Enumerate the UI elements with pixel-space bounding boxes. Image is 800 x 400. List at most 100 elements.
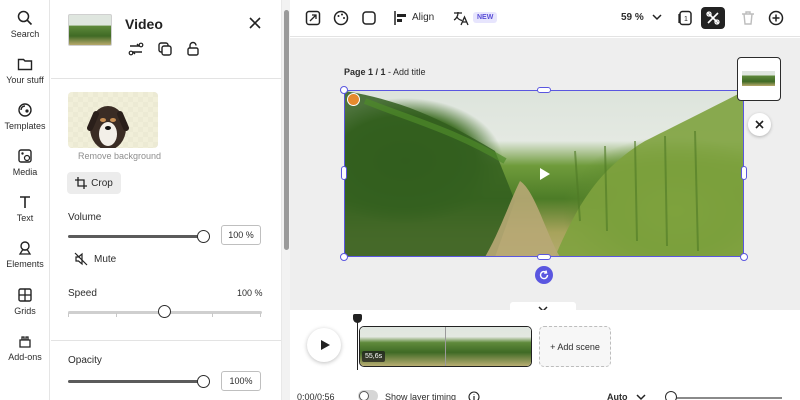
opacity-label: Opacity — [68, 355, 102, 366]
resize-handle-left[interactable] — [341, 166, 347, 180]
chevron-down-icon[interactable] — [651, 11, 663, 23]
templates-icon — [18, 103, 32, 117]
playhead[interactable] — [357, 320, 358, 370]
timeline-zoom-select[interactable]: Auto — [607, 392, 628, 400]
mute-icon — [74, 252, 88, 266]
rail-item-your-stuff[interactable]: Your stuff — [0, 56, 50, 85]
close-icon[interactable] — [247, 15, 263, 31]
panel-title: Video — [125, 16, 163, 32]
palette-icon[interactable] — [332, 9, 350, 27]
speed-tick — [116, 313, 117, 317]
resize-handle-bottom-left[interactable] — [340, 253, 348, 261]
speed-tick — [260, 313, 261, 317]
video-thumbnail — [68, 14, 112, 46]
rail-item-elements[interactable]: Elements — [0, 240, 50, 269]
speed-value: 100 % — [237, 288, 263, 298]
time-display: 0:00/0:56 — [297, 392, 335, 400]
rail-item-label: Add-ons — [8, 352, 42, 362]
rotate-icon — [539, 270, 549, 280]
resize-handle-top[interactable] — [537, 87, 551, 93]
close-icon — [755, 120, 764, 129]
remove-background-preview[interactable] — [68, 92, 158, 148]
play-icon — [321, 340, 330, 350]
divider — [51, 78, 281, 79]
add-icon[interactable] — [767, 9, 785, 27]
resize-icon[interactable] — [304, 9, 322, 27]
clip-frame — [446, 327, 531, 366]
resize-handle-right[interactable] — [741, 166, 747, 180]
animation-badge-icon[interactable] — [347, 93, 360, 106]
add-scene-button[interactable]: + Add scene — [539, 326, 611, 367]
rail-item-label: Templates — [4, 121, 46, 131]
rail-item-label: Media — [12, 167, 38, 177]
close-button[interactable] — [748, 113, 771, 136]
play-icon[interactable] — [535, 165, 553, 183]
divider — [51, 340, 281, 341]
timeline-zoom-knob[interactable] — [665, 391, 677, 400]
page-thumbnail[interactable] — [737, 57, 781, 101]
layout-button-active[interactable] — [701, 7, 725, 29]
rail-item-label: Grids — [14, 306, 36, 316]
speed-tick — [68, 313, 69, 317]
lock-icon[interactable] — [184, 40, 202, 58]
chevron-down-icon[interactable] — [636, 393, 646, 400]
volume-slider-knob[interactable] — [197, 230, 210, 243]
crop-label: Crop — [91, 177, 113, 189]
speed-slider-knob[interactable] — [158, 305, 171, 318]
addons-icon — [19, 336, 31, 348]
resize-handle-bottom-right[interactable] — [740, 253, 748, 261]
crop-icon — [75, 177, 88, 189]
zoom-level[interactable]: 59 % — [621, 12, 644, 23]
left-rail: Search Your stuff Templates Media Text E… — [0, 0, 50, 400]
rotate-button[interactable] — [535, 266, 553, 284]
search-icon — [17, 10, 33, 26]
volume-slider-track[interactable] — [68, 235, 204, 238]
rail-item-templates[interactable]: Templates — [0, 102, 50, 131]
translate-icon[interactable] — [452, 9, 470, 27]
info-icon[interactable] — [468, 391, 480, 400]
replace-icon[interactable] — [127, 40, 145, 58]
volume-value-field[interactable]: 100 % — [221, 225, 261, 245]
speed-label: Speed — [68, 288, 97, 299]
folder-icon — [17, 58, 33, 71]
rail-item-search[interactable]: Search — [0, 10, 50, 39]
play-button[interactable] — [307, 328, 341, 362]
resize-handle-top-left[interactable] — [340, 86, 348, 94]
add-title-link[interactable]: - Add title — [386, 67, 426, 77]
svg-text:1: 1 — [684, 16, 688, 23]
grid-icon — [18, 288, 32, 302]
video-clip[interactable] — [359, 326, 532, 367]
resize-handle-bottom[interactable] — [537, 254, 551, 260]
panel-scrollbar[interactable] — [281, 0, 290, 400]
rail-item-text[interactable]: Text — [0, 194, 50, 223]
mute-button[interactable]: Mute — [74, 252, 116, 266]
rail-item-media[interactable]: Media — [0, 148, 50, 177]
volume-label: Volume — [68, 212, 102, 223]
playhead-handle[interactable] — [353, 314, 362, 323]
rail-item-label: Elements — [6, 259, 44, 269]
rail-item-grids[interactable]: Grids — [0, 287, 50, 316]
top-toolbar: Align NEW 59 % 1 — [290, 0, 800, 37]
opacity-value-field[interactable]: 100% — [221, 371, 261, 391]
rail-item-add-ons[interactable]: Add-ons — [0, 333, 50, 362]
trash-icon[interactable] — [739, 9, 757, 27]
mute-label: Mute — [94, 253, 117, 265]
video-properties-panel: Video Remove background Crop Volume 100 … — [51, 0, 281, 400]
pages-icon[interactable]: 1 — [676, 9, 694, 27]
layer-timing-toggle[interactable] — [358, 390, 378, 400]
duplicate-icon[interactable] — [156, 40, 174, 58]
crop-button[interactable]: Crop — [67, 172, 121, 194]
page-thumbnail-image — [742, 71, 775, 86]
opacity-slider-knob[interactable] — [197, 375, 210, 388]
timeline-zoom-track[interactable] — [670, 397, 782, 399]
clip-duration: 55,6s — [362, 351, 386, 362]
new-badge: NEW — [473, 12, 498, 23]
align-label[interactable]: Align — [412, 12, 434, 23]
opacity-slider-track[interactable] — [68, 380, 204, 383]
shape-icon[interactable] — [360, 9, 378, 27]
align-icon[interactable] — [392, 9, 410, 27]
scrollbar-thumb[interactable] — [284, 10, 289, 250]
page-label[interactable]: Page 1 / 1 - Add title — [344, 67, 426, 77]
rail-item-label: Text — [16, 213, 34, 223]
text-icon — [20, 196, 30, 208]
